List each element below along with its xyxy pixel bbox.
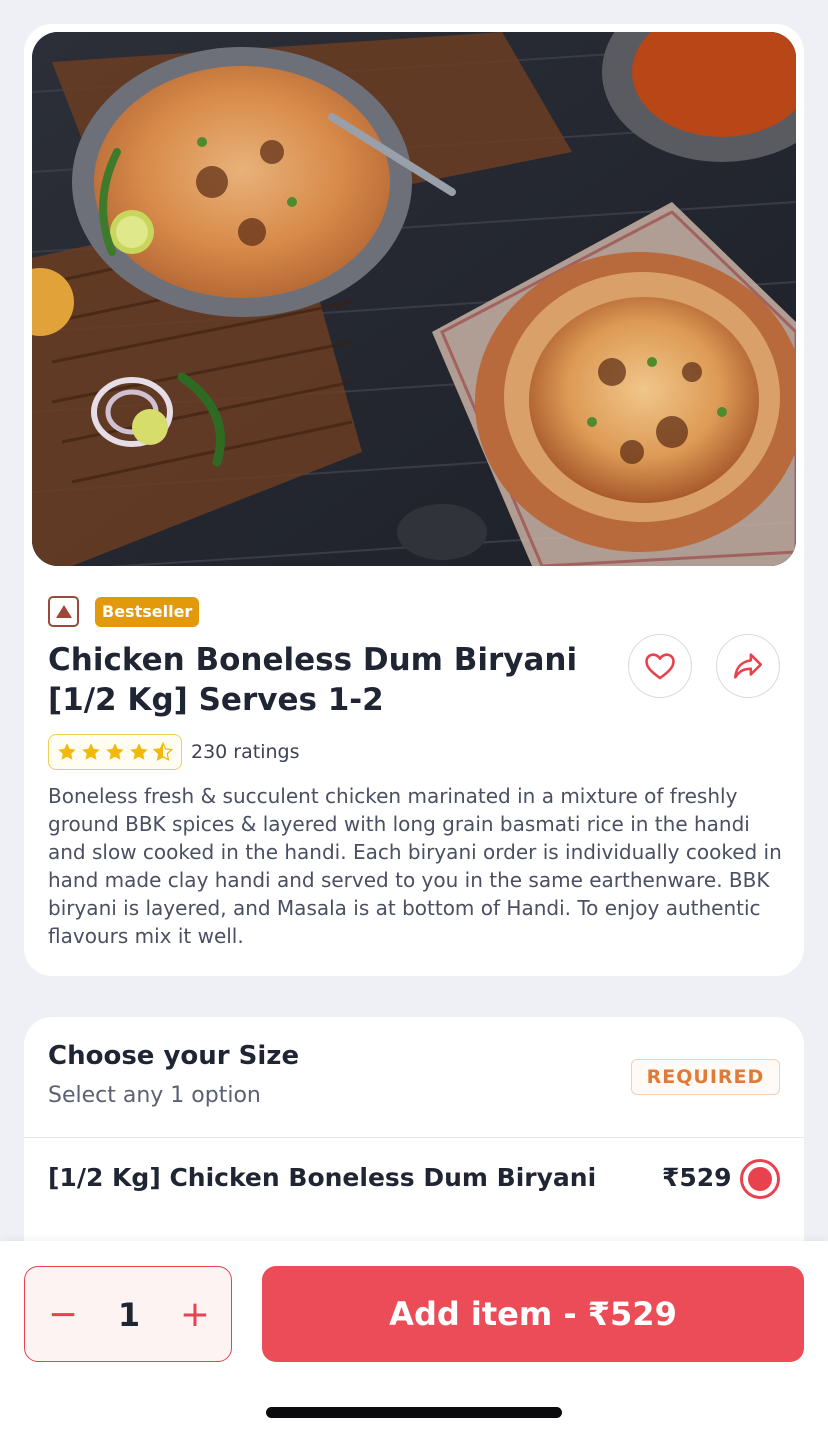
item-image bbox=[32, 32, 796, 566]
half-star-icon bbox=[152, 741, 174, 762]
size-option-radio[interactable] bbox=[740, 1159, 780, 1199]
radio-selected-dot bbox=[748, 1167, 772, 1191]
size-selection-card: Choose your Size Select any 1 option REQ… bbox=[24, 1017, 804, 1277]
quantity-value: 1 bbox=[117, 1296, 141, 1334]
bottom-action-bar: − 1 + Add item - ₹529 bbox=[0, 1241, 828, 1434]
add-item-button[interactable]: Add item - ₹529 bbox=[262, 1266, 804, 1362]
required-badge: REQUIRED bbox=[631, 1059, 780, 1095]
rating-row: 230 ratings bbox=[48, 734, 300, 770]
ratings-count: 230 ratings bbox=[191, 741, 300, 763]
home-indicator[interactable] bbox=[266, 1407, 562, 1418]
increase-quantity-button[interactable]: + bbox=[175, 1295, 215, 1335]
item-title: Chicken Boneless Dum Biryani [1/2 Kg] Se… bbox=[48, 642, 578, 718]
size-option-price: ₹529 bbox=[662, 1163, 732, 1192]
item-description: Boneless fresh & succulent chicken marin… bbox=[48, 784, 782, 948]
star-rating bbox=[48, 734, 182, 770]
star-icon bbox=[82, 743, 100, 760]
favorite-button[interactable] bbox=[628, 634, 692, 698]
item-tags: Bestseller bbox=[48, 596, 200, 627]
share-icon bbox=[733, 653, 763, 679]
heart-icon bbox=[645, 653, 675, 680]
share-button[interactable] bbox=[716, 634, 780, 698]
star-icon bbox=[106, 743, 124, 760]
non-veg-icon bbox=[48, 596, 79, 627]
item-card: Bestseller Chicken Boneless Dum Biryani … bbox=[24, 24, 804, 976]
divider bbox=[24, 1137, 804, 1138]
quantity-stepper: − 1 + bbox=[24, 1266, 232, 1362]
size-option-label[interactable]: [1/2 Kg] Chicken Boneless Dum Biryani bbox=[48, 1163, 596, 1192]
star-icon bbox=[58, 743, 76, 760]
star-icon bbox=[130, 743, 148, 760]
size-section-title: Choose your Size bbox=[48, 1041, 300, 1071]
decrease-quantity-button[interactable]: − bbox=[43, 1295, 83, 1335]
bestseller-badge: Bestseller bbox=[95, 596, 200, 627]
size-section-subtitle: Select any 1 option bbox=[48, 1083, 261, 1108]
